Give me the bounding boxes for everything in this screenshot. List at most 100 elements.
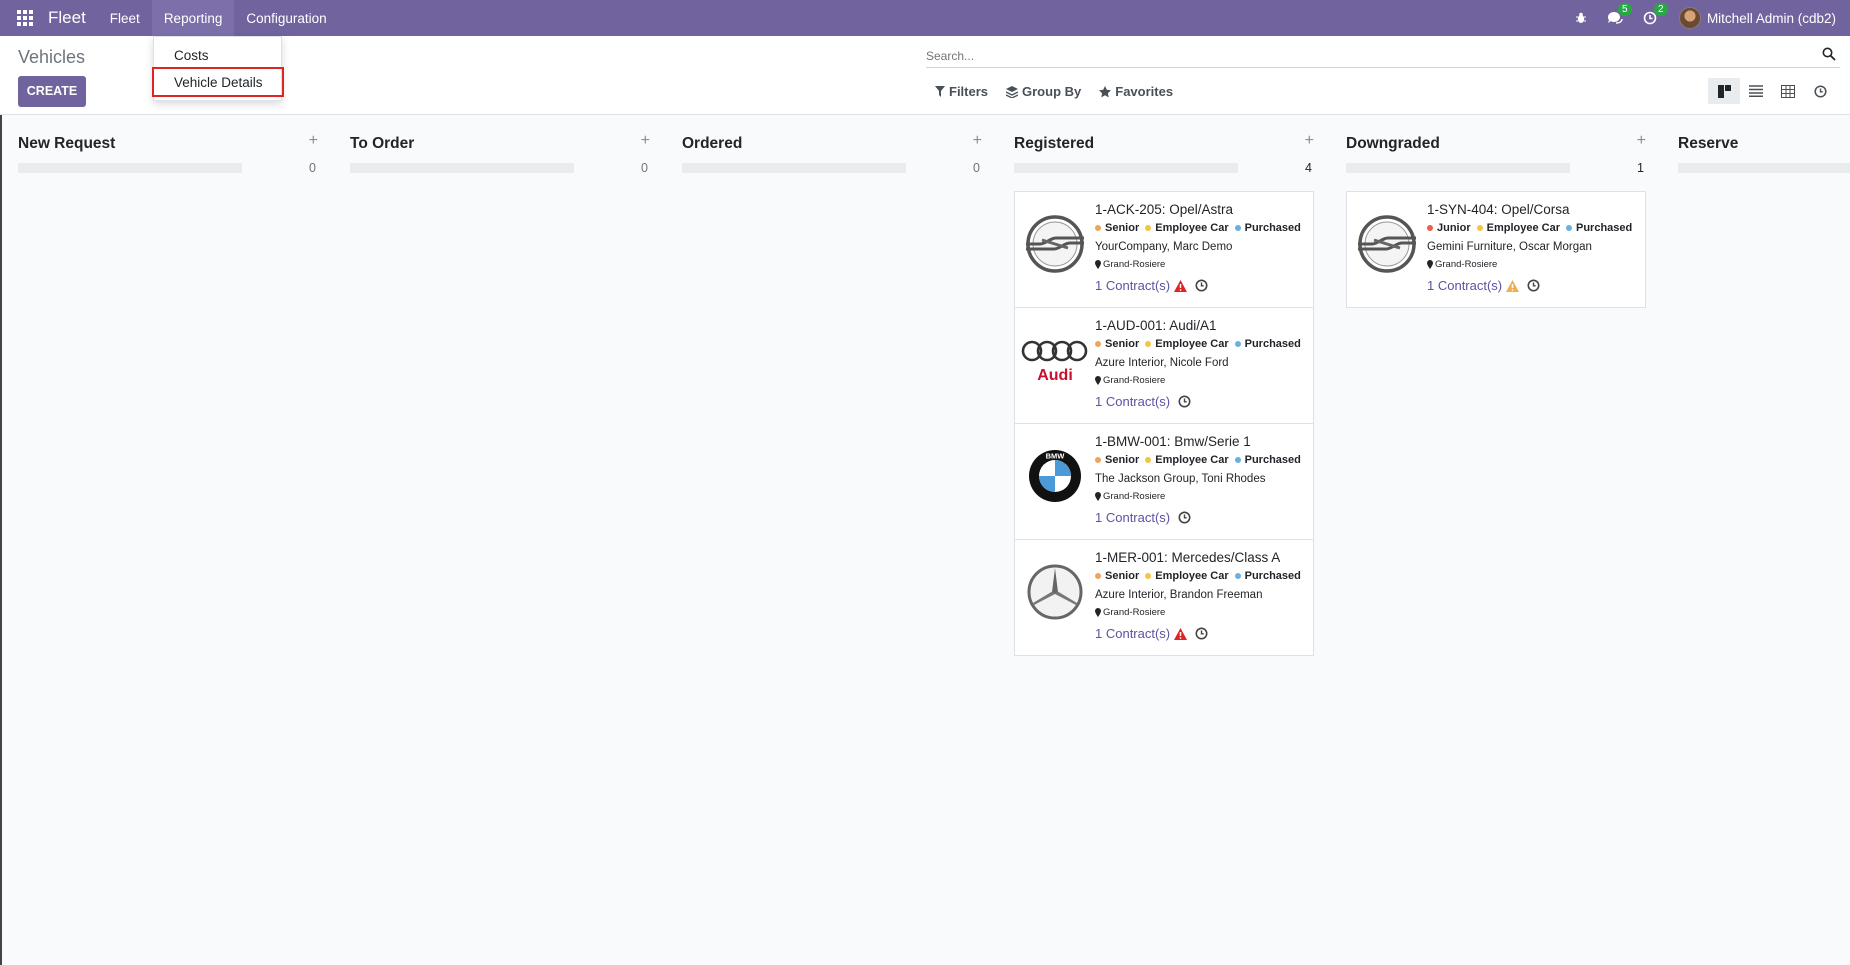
apps-menu-icon[interactable] — [0, 0, 50, 36]
page-title: Vehicles — [18, 47, 86, 67]
column-title[interactable]: To Order — [350, 135, 414, 153]
contracts-link[interactable]: 1 Contract(s) — [1095, 278, 1170, 293]
activity-clock-icon[interactable] — [1195, 279, 1208, 292]
map-marker-icon — [1095, 608, 1101, 617]
vehicle-card[interactable]: Audi 1-AUD-001: Audi/A1 Senior Employee … — [1014, 307, 1314, 424]
layers-icon — [1006, 85, 1019, 98]
add-card-icon[interactable]: + — [1305, 132, 1314, 150]
tag-status: Purchased — [1234, 338, 1301, 350]
column-count: 0 — [973, 161, 980, 175]
add-card-icon[interactable]: + — [1637, 132, 1646, 150]
tag-level: Senior — [1095, 338, 1139, 350]
svg-text:Audi: Audi — [1037, 367, 1073, 384]
vehicle-card[interactable]: BMW 1-BMW-001: Bmw/Serie 1 Senior Employ… — [1014, 423, 1314, 540]
debug-bug-icon[interactable] — [1575, 12, 1587, 24]
tag-type: Employee Car — [1145, 338, 1229, 350]
user-menu[interactable]: Mitchell Admin (cdb2) — [1707, 11, 1836, 26]
contracts-row: 1 Contract(s) — [1095, 394, 1307, 409]
activity-clock-icon[interactable] — [1195, 627, 1208, 640]
dropdown-item-vehicle-details[interactable]: Vehicle Details — [152, 67, 284, 97]
progress-bar — [1678, 163, 1850, 173]
vehicle-card[interactable]: 1-ACK-205: Opel/Astra Senior Employee Ca… — [1014, 191, 1314, 308]
column-count: 4 — [1305, 161, 1312, 175]
create-button[interactable]: CREATE — [18, 76, 86, 107]
driver-name: Azure Interior, Nicole Ford — [1095, 357, 1229, 369]
vehicle-title: 1-AUD-001: Audi/A1 — [1095, 318, 1217, 333]
reporting-dropdown: Costs Vehicle Details — [152, 36, 284, 101]
progress-bar — [1346, 163, 1570, 173]
group-by-button[interactable]: Group By — [1006, 84, 1081, 99]
kanban-board: New Request + 0 To Order + 0 Ordered + 0… — [0, 116, 1850, 965]
tag-list: Senior Employee Car Purchased — [1095, 570, 1307, 582]
column-title[interactable]: Downgraded — [1346, 135, 1440, 153]
search-icon[interactable] — [1822, 47, 1836, 64]
contracts-link[interactable]: 1 Contract(s) — [1095, 626, 1170, 641]
favorites-button[interactable]: Favorites — [1099, 84, 1173, 99]
kanban-view-icon[interactable] — [1708, 78, 1740, 104]
tag-list: Senior Employee Car Purchased — [1095, 338, 1307, 350]
pivot-view-icon[interactable] — [1772, 78, 1804, 104]
contracts-link[interactable]: 1 Contract(s) — [1427, 278, 1502, 293]
tag-type: Employee Car — [1145, 222, 1229, 234]
contracts-link[interactable]: 1 Contract(s) — [1095, 394, 1170, 409]
activity-clock-icon[interactable] — [1178, 395, 1191, 408]
top-navbar: Fleet Fleet Reporting Configuration 5 2 … — [0, 0, 1850, 36]
driver-name: Azure Interior, Brandon Freeman — [1095, 589, 1263, 601]
add-card-icon[interactable]: + — [309, 132, 318, 150]
opel-logo-icon — [1021, 210, 1089, 278]
menu-fleet[interactable]: Fleet — [98, 0, 152, 36]
warning-icon — [1174, 627, 1188, 640]
activity-clock-icon[interactable] — [1178, 511, 1191, 524]
tag-type: Employee Car — [1145, 454, 1229, 466]
column-header: Registered + 4 — [1014, 116, 1314, 175]
location: Grand-Rosiere — [1095, 259, 1307, 270]
tag-status: Purchased — [1234, 222, 1301, 234]
chat-icon[interactable]: 5 — [1607, 3, 1632, 25]
driver-name: Gemini Furniture, Oscar Morgan — [1427, 241, 1592, 253]
dropdown-item-costs[interactable]: Costs — [154, 48, 209, 63]
column-new-request: New Request + 0 — [18, 116, 318, 175]
activity-clock-icon[interactable] — [1527, 279, 1540, 292]
driver-name: YourCompany, Marc Demo — [1095, 241, 1233, 253]
svg-text:BMW: BMW — [1046, 452, 1066, 461]
column-title[interactable]: Ordered — [682, 135, 742, 153]
tag-list: Junior Employee Car Purchased — [1427, 222, 1638, 234]
column-title[interactable]: Reserve — [1678, 135, 1738, 153]
menu-configuration[interactable]: Configuration — [234, 0, 338, 36]
activity-view-icon[interactable] — [1804, 78, 1836, 104]
filters-button[interactable]: Filters — [935, 84, 988, 99]
search-bar — [926, 45, 1840, 68]
contracts-link[interactable]: 1 Contract(s) — [1095, 510, 1170, 525]
column-count: 0 — [641, 161, 648, 175]
map-marker-icon — [1095, 492, 1101, 501]
tag-level: Junior — [1427, 222, 1471, 234]
app-name[interactable]: Fleet — [48, 8, 86, 28]
activity-clock-icon[interactable]: 2 — [1643, 3, 1668, 25]
add-card-icon[interactable]: + — [973, 132, 982, 150]
tag-status: Purchased — [1234, 454, 1301, 466]
tag-type: Employee Car — [1476, 222, 1560, 234]
user-avatar[interactable] — [1678, 7, 1701, 29]
list-view-icon[interactable] — [1740, 78, 1772, 104]
column-ordered: Ordered + 0 — [682, 116, 982, 175]
column-count: 0 — [309, 161, 316, 175]
column-to-order: To Order + 0 — [350, 116, 650, 175]
audi-logo-icon: Audi — [1021, 326, 1089, 394]
tag-level: Senior — [1095, 222, 1139, 234]
card-body: 1-MER-001: Mercedes/Class A Senior Emplo… — [1095, 550, 1307, 641]
add-card-icon[interactable]: + — [641, 132, 650, 150]
progress-bar — [350, 163, 574, 173]
search-input[interactable] — [926, 45, 1806, 67]
card-body: 1-BMW-001: Bmw/Serie 1 Senior Employee C… — [1095, 434, 1307, 525]
vehicle-card[interactable]: 1-SYN-404: Opel/Corsa Junior Employee Ca… — [1346, 191, 1646, 308]
map-marker-icon — [1095, 260, 1101, 269]
column-title[interactable]: Registered — [1014, 135, 1094, 153]
column-header: New Request + 0 — [18, 116, 318, 175]
filter-icon — [935, 86, 945, 97]
menu-reporting[interactable]: Reporting — [151, 0, 235, 36]
column-title[interactable]: New Request — [18, 135, 115, 153]
main-menu: Fleet Reporting Configuration — [98, 0, 339, 36]
column-header: Ordered + 0 — [682, 116, 982, 175]
vehicle-card[interactable]: 1-MER-001: Mercedes/Class A Senior Emplo… — [1014, 539, 1314, 656]
systray: 5 2 Mitchell Admin (cdb2) — [1555, 0, 1850, 36]
